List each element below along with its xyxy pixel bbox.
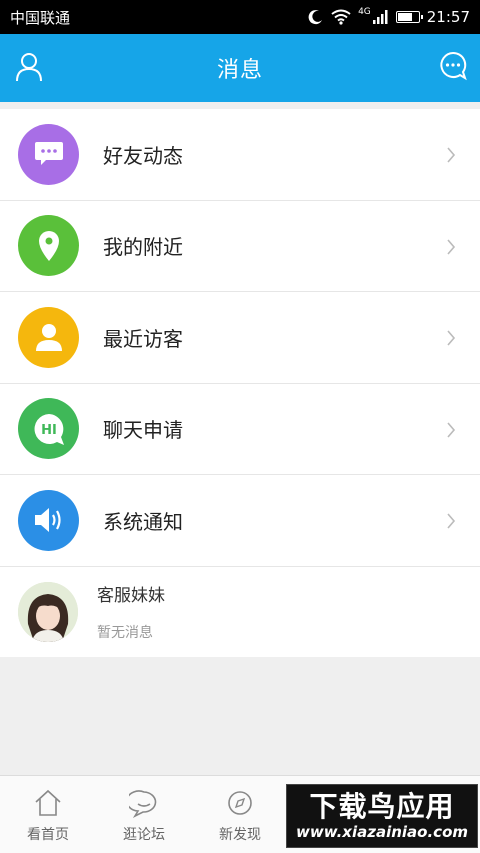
signal-icon bbox=[372, 10, 388, 24]
forum-icon bbox=[129, 790, 157, 818]
conversation-info: 客服妹妹 暂无消息 bbox=[97, 581, 165, 642]
page-title: 消息 bbox=[216, 58, 263, 83]
svg-text:HI: HI bbox=[41, 423, 57, 438]
contact-name: 客服妹妹 bbox=[97, 586, 165, 606]
menu-item-label: 我的附近 bbox=[103, 235, 183, 260]
chevron-right-icon bbox=[447, 421, 456, 438]
chat-bubble-icon[interactable] bbox=[438, 50, 468, 82]
user-icon[interactable] bbox=[14, 51, 44, 83]
tab-forum[interactable]: 逛论坛 bbox=[96, 776, 192, 853]
chevron-right-icon bbox=[447, 513, 456, 529]
status-icons: 4G 21:57 bbox=[308, 7, 470, 26]
menu-item-recent-visitors[interactable]: 最近访客 bbox=[0, 292, 480, 384]
clock: 21:57 bbox=[426, 8, 470, 26]
hi-bubble-icon: HI bbox=[18, 398, 79, 460]
avatar bbox=[18, 581, 78, 642]
menu-item-chat-requests[interactable]: HI 聊天申请 bbox=[0, 384, 480, 475]
carrier-name: 中国联通 bbox=[10, 8, 71, 27]
menu-item-system-notice[interactable]: 系统通知 bbox=[0, 475, 480, 567]
comment-dots-icon bbox=[18, 123, 79, 185]
chevron-right-icon bbox=[447, 238, 456, 255]
tab-label: 逛论坛 bbox=[123, 827, 165, 843]
tab-label: 新发现 bbox=[219, 827, 261, 843]
menu-item-label: 最近访客 bbox=[103, 326, 183, 351]
do-not-disturb-icon bbox=[308, 10, 323, 25]
watermark-url: www.xiazainiao.com bbox=[295, 823, 469, 841]
menu-item-label: 好友动态 bbox=[103, 143, 183, 168]
conversation-item-customer-service[interactable]: 客服妹妹 暂无消息 bbox=[0, 566, 480, 657]
home-icon bbox=[35, 789, 61, 816]
tab-discover[interactable]: 新发现 bbox=[192, 776, 288, 853]
chevron-right-icon bbox=[447, 147, 456, 163]
network-type: 4G bbox=[358, 7, 371, 17]
message-list: 好友动态 我的附近 最近访客 HI 聊天申请 系统通知 客服妹妹 暂无消息 bbox=[0, 109, 480, 657]
watermark-logo: 下载鸟应用 www.xiazainiao.com bbox=[286, 784, 478, 848]
app-header: 消息 bbox=[0, 34, 480, 102]
tab-home[interactable]: 看首页 bbox=[0, 776, 96, 853]
status-bar: 中国联通 4G 21:57 bbox=[0, 0, 480, 34]
menu-item-nearby[interactable]: 我的附近 bbox=[0, 201, 480, 292]
last-message-preview: 暂无消息 bbox=[97, 625, 153, 641]
chevron-right-icon bbox=[447, 330, 456, 346]
tab-label: 看首页 bbox=[27, 827, 69, 843]
menu-item-label: 聊天申请 bbox=[103, 418, 183, 443]
person-icon bbox=[18, 306, 79, 368]
battery-icon bbox=[395, 11, 423, 23]
menu-item-label: 系统通知 bbox=[103, 509, 183, 534]
menu-item-friend-feed[interactable]: 好友动态 bbox=[0, 109, 480, 201]
watermark-title: 下载鸟应用 bbox=[309, 790, 455, 823]
location-pin-icon bbox=[18, 215, 79, 277]
speaker-icon bbox=[18, 489, 79, 551]
compass-icon bbox=[228, 791, 252, 815]
wifi-icon bbox=[331, 9, 351, 25]
